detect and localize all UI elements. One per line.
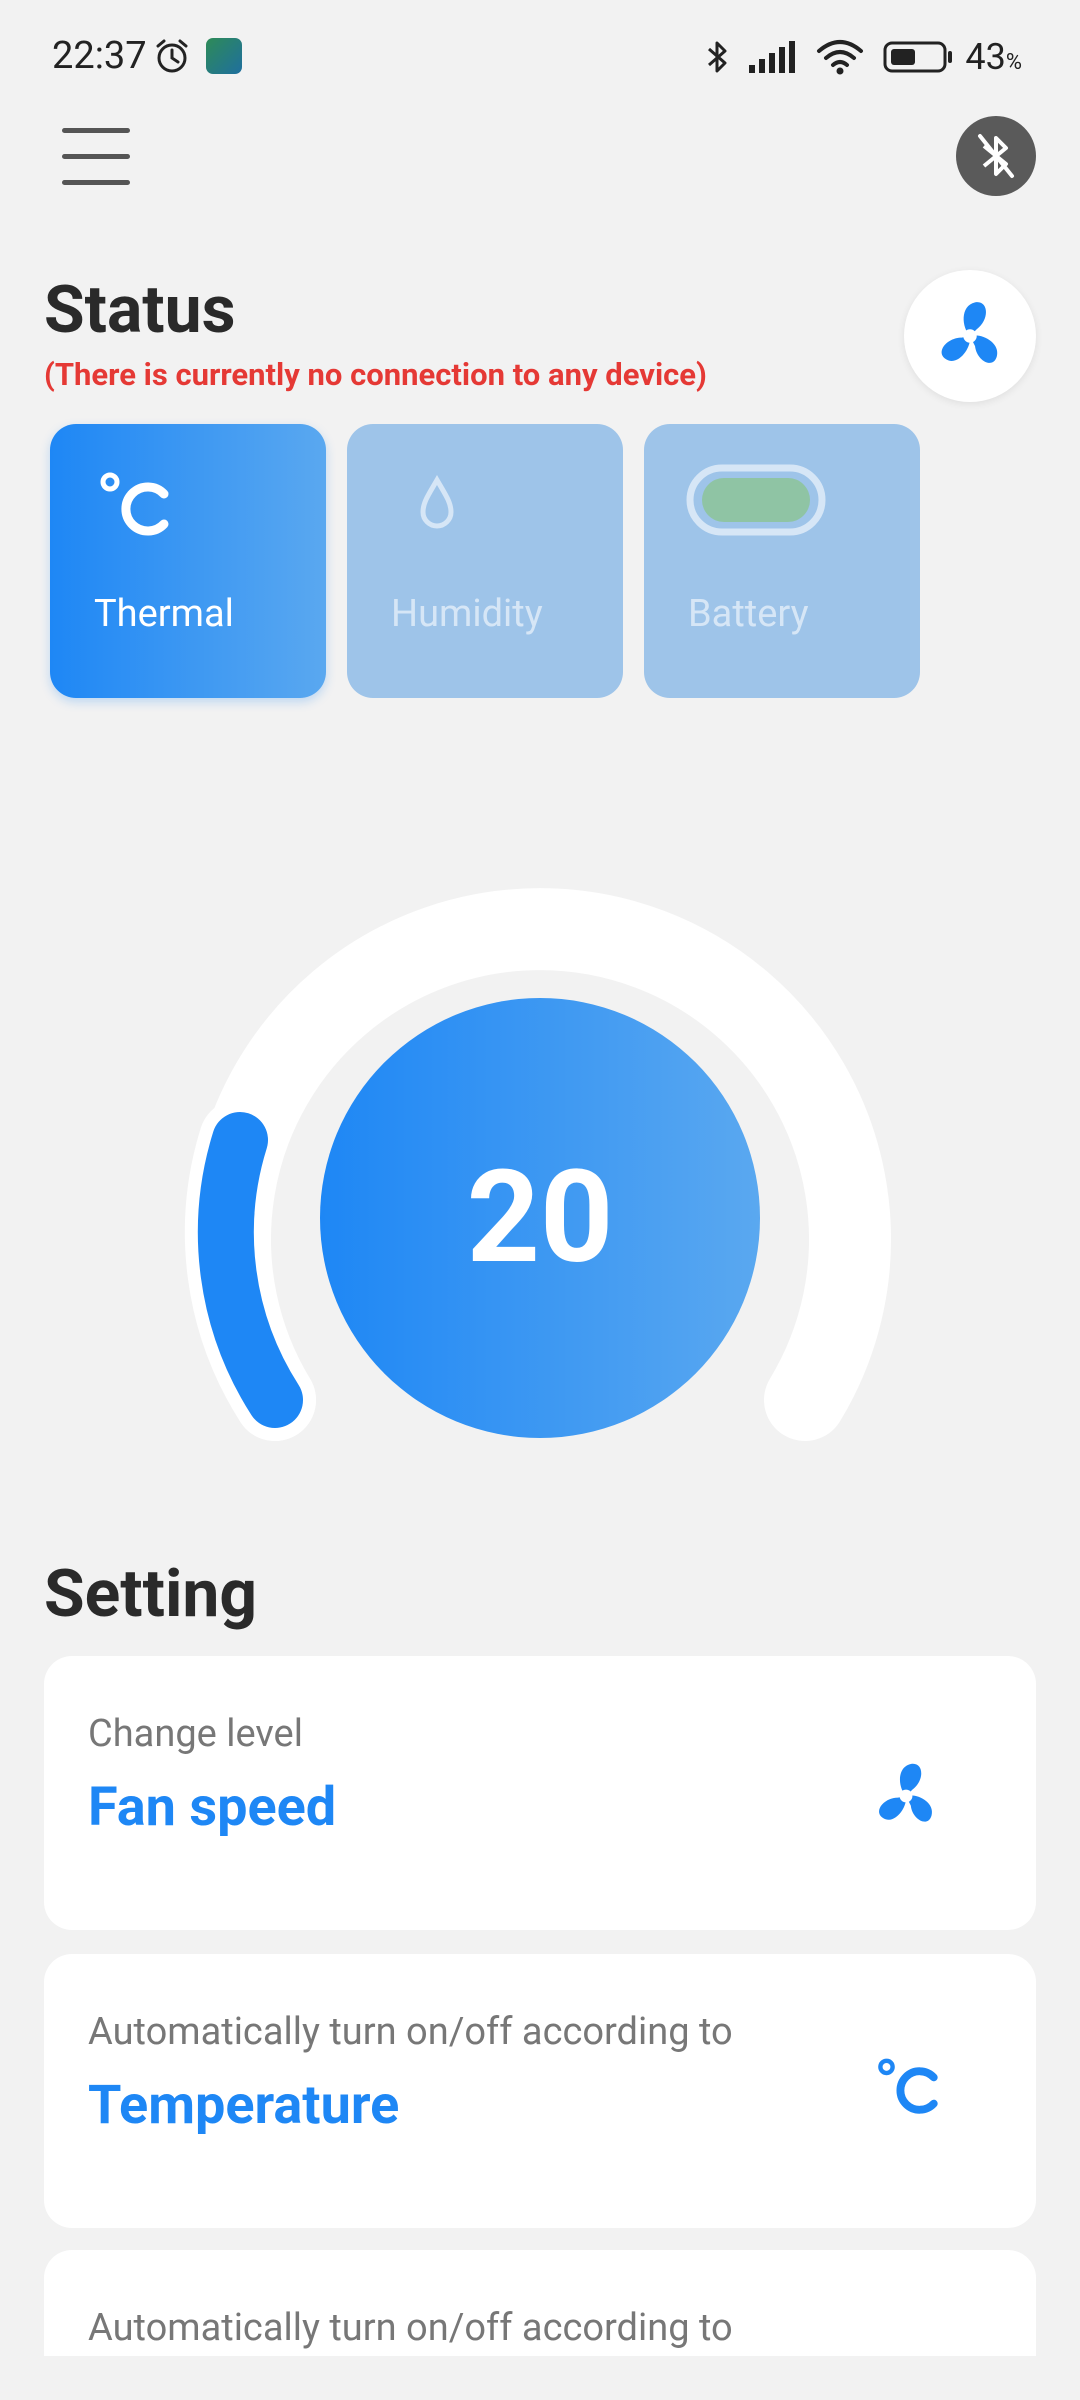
fan-speed-setting[interactable]: Change level Fan speed (44, 1656, 1036, 1930)
app-screen: 22:37 43% Status (There is currently no … (0, 0, 1080, 2400)
menu-button[interactable] (62, 128, 130, 186)
thermal-card[interactable]: Thermal (50, 424, 326, 698)
menu-bar-3 (62, 180, 130, 185)
battery-pill-icon (686, 464, 826, 536)
setting-heading: Setting (44, 1556, 258, 1633)
battery-card[interactable]: Battery (644, 424, 920, 698)
bluetooth-off-icon (978, 134, 1014, 178)
card-label: Battery (688, 592, 809, 636)
setting-title: Fan speed (88, 1776, 337, 1839)
menu-bar-1 (62, 128, 130, 133)
system-status-bar: 22:37 43% (0, 0, 1080, 110)
dial-knob[interactable]: 20 (320, 998, 760, 1438)
connection-warning: (There is currently no connection to any… (44, 356, 707, 393)
dial-value: 20 (466, 1143, 614, 1293)
temperature-setting[interactable]: Automatically turn on/off according to T… (44, 1954, 1036, 2228)
celsius-icon (878, 2058, 938, 2114)
card-label: Humidity (391, 592, 543, 636)
bottom-edge (0, 2356, 1080, 2400)
wifi-icon (817, 40, 864, 75)
setting-subtitle: Change level (88, 1712, 303, 1756)
humidity-card[interactable]: Humidity (347, 424, 623, 698)
fan-button[interactable] (904, 270, 1036, 402)
droplet-icon (420, 474, 454, 529)
setting-subtitle: Automatically turn on/off according to (88, 2306, 733, 2350)
setting-subtitle: Automatically turn on/off according to (88, 2010, 733, 2054)
card-label: Thermal (94, 592, 234, 636)
app-notification-icon (206, 38, 242, 74)
status-icons: 43% (703, 32, 1022, 82)
signal-icon (749, 41, 796, 73)
fan-icon (941, 302, 998, 363)
menu-bar-2 (62, 154, 130, 159)
battery-percent: 43% (965, 36, 1022, 78)
status-heading: Status (44, 272, 236, 349)
bluetooth-icon (708, 41, 727, 73)
clock: 22:37 (52, 34, 147, 78)
battery-icon (883, 41, 953, 73)
celsius-icon (100, 472, 169, 536)
alarm-icon (152, 36, 192, 80)
setting-title: Temperature (88, 2074, 400, 2137)
bluetooth-disabled-button[interactable] (956, 116, 1036, 196)
fan-icon (879, 1763, 932, 1822)
